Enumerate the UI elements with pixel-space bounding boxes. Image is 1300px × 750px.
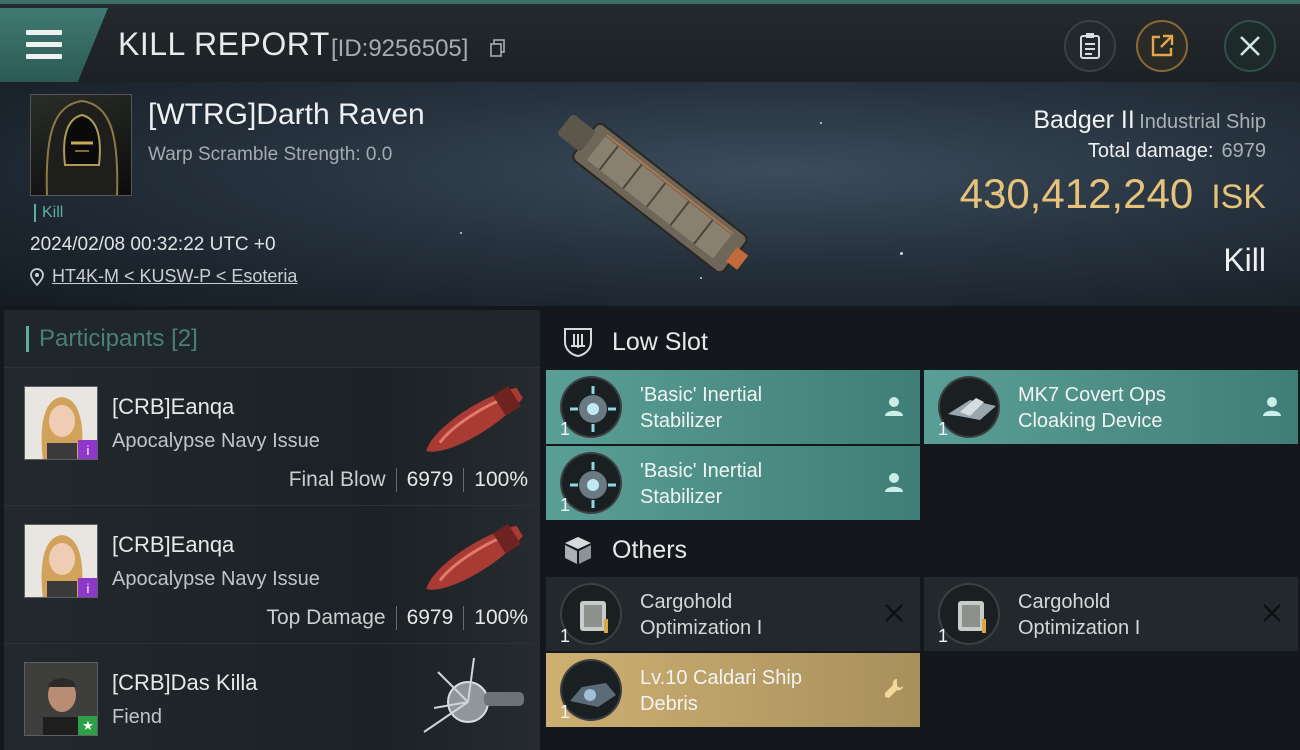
close-icon — [1240, 36, 1260, 56]
kill-location-link[interactable]: HT4K-M < KUSW-P < Esoteria — [30, 266, 297, 287]
fitting-item[interactable]: 1 MK7 Covert Ops Cloaking Device — [924, 370, 1298, 444]
participant-portrait[interactable]: ★ — [24, 662, 98, 736]
item-quantity: 1 — [560, 419, 571, 439]
participant-percent: 100% — [474, 606, 528, 629]
item-quantity: 1 — [560, 626, 571, 646]
share-button[interactable] — [1136, 20, 1188, 72]
ship-class: Industrial Ship — [1139, 111, 1266, 133]
portrait-badge-icon: i — [78, 440, 97, 459]
participant-portrait[interactable]: i — [24, 524, 98, 598]
kill-type-tag: Kill — [34, 204, 63, 222]
item-quantity: 1 — [560, 495, 571, 515]
kill-datetime: 2024/02/08 00:32:22 UTC +0 — [30, 234, 276, 255]
destroyed-x-icon — [885, 604, 903, 622]
isk-value: 430,412,240 ISK — [960, 170, 1266, 218]
result-label: Kill — [1223, 242, 1266, 278]
dropped-person-icon — [885, 397, 903, 416]
victim-ship-name[interactable]: Badger II Industrial Ship — [1033, 106, 1266, 135]
item-name: 'Basic' Inertial Stabilizer — [640, 384, 763, 432]
clipboard-icon — [1080, 33, 1100, 59]
isk-unit: ISK — [1211, 178, 1266, 216]
top-bar: KILL REPORT [ID:9256505] — [0, 0, 1300, 82]
destroyed-x-icon — [1263, 604, 1281, 622]
fitting-item[interactable]: 1 Cargohold Optimization I — [924, 577, 1298, 651]
low-slot-header: Low Slot — [544, 312, 1300, 372]
warp-scramble-strength: Warp Scramble Strength: 0.0 — [148, 144, 393, 165]
participant-damage: 6979 — [406, 468, 454, 491]
page-title: KILL REPORT — [118, 26, 330, 62]
fitting-item[interactable]: 1 Lv.10 Caldari Ship Debris — [546, 653, 920, 727]
victim-portrait[interactable] — [30, 94, 132, 196]
victim-name[interactable]: [WTRG]Darth Raven — [148, 98, 425, 132]
ship-name: Badger II — [1033, 106, 1135, 134]
isk-amount: 430,412,240 — [959, 170, 1194, 217]
total-damage-value: 6979 — [1221, 140, 1267, 162]
fitting-item[interactable]: 1 Cargohold Optimization I — [546, 577, 920, 651]
fitting-item[interactable]: 1 'Basic' Inertial Stabilizer — [546, 446, 920, 520]
others-title: Others — [612, 535, 688, 564]
total-damage-label: Total damage: — [1087, 140, 1214, 162]
participants-panel: Participants [2] i [CRB]Eanqa Apocalypse… — [4, 310, 540, 750]
low-slot-title: Low Slot — [612, 327, 708, 356]
participant-name[interactable]: [CRB]Eanqa — [112, 532, 234, 558]
kill-id: [ID:9256505] — [331, 35, 469, 62]
participant-stats: Top Damage 6979 100% — [266, 606, 528, 630]
clipboard-button[interactable] — [1064, 20, 1116, 72]
item-name: MK7 Covert Ops Cloaking Device — [1018, 384, 1166, 432]
participant-damage: 6979 — [406, 606, 454, 629]
dropped-person-icon — [1263, 397, 1281, 416]
participant-name[interactable]: [CRB]Eanqa — [112, 394, 234, 420]
wrench-icon — [885, 679, 903, 698]
total-damage: Total damage: 6979 — [1088, 140, 1266, 163]
participant-ship: Fiend — [112, 706, 163, 728]
participants-count: [2] — [171, 324, 198, 352]
participant-portrait[interactable]: i — [24, 386, 98, 460]
participants-title: Participants — [39, 324, 165, 352]
cube-icon — [565, 537, 591, 564]
participant-role: Top Damage — [266, 606, 386, 629]
victim-ship-image — [558, 114, 749, 274]
participant-ship: Apocalypse Navy Issue — [112, 430, 320, 452]
portrait-badge-icon: ★ — [78, 716, 97, 735]
others-header: Others — [544, 520, 1300, 580]
item-name: Cargohold Optimization I — [1018, 591, 1141, 639]
participant-row[interactable]: i [CRB]Eanqa Apocalypse Navy Issue Top D… — [4, 506, 540, 644]
victim-banner: [WTRG]Darth Raven Warp Scramble Strength… — [0, 82, 1300, 306]
fitting-panel: Low Slot 1 'Basic' Inertial Stabilizer 1 … — [544, 310, 1300, 750]
participant-stats: Final Blow 6979 100% — [289, 468, 528, 492]
participant-ship: Apocalypse Navy Issue — [112, 568, 320, 590]
item-name: 'Basic' Inertial Stabilizer — [640, 460, 763, 508]
participants-header: Participants [2] — [4, 310, 540, 368]
item-quantity: 1 — [938, 626, 949, 646]
location-pin-icon — [30, 267, 44, 286]
menu-icon[interactable] — [26, 30, 62, 60]
portrait-badge-icon: i — [78, 578, 97, 597]
item-quantity: 1 — [560, 702, 571, 722]
participant-ship-image — [426, 523, 523, 590]
fitting-item[interactable]: 1 'Basic' Inertial Stabilizer — [546, 370, 920, 444]
participant-ship-image — [426, 385, 523, 452]
participant-name[interactable]: [CRB]Das Killa — [112, 670, 257, 696]
item-name: Cargohold Optimization I — [640, 591, 763, 639]
participant-row[interactable]: ★ [CRB]Das Killa Fiend — [4, 644, 540, 750]
participant-row[interactable]: i [CRB]Eanqa Apocalypse Navy Issue Final… — [4, 368, 540, 506]
close-button[interactable] — [1224, 20, 1276, 72]
location-text[interactable]: HT4K-M < KUSW-P < Esoteria — [52, 266, 297, 287]
participant-ship-image — [423, 657, 524, 733]
dropped-person-icon — [885, 473, 903, 492]
low-slot-icon — [564, 328, 592, 358]
participant-role: Final Blow — [288, 468, 386, 491]
share-icon — [1151, 34, 1174, 57]
item-quantity: 1 — [938, 419, 949, 439]
item-name: Lv.10 Caldari Ship Debris — [640, 667, 802, 715]
participant-percent: 100% — [474, 468, 528, 491]
copy-icon[interactable] — [490, 39, 506, 57]
menu-button[interactable] — [0, 8, 108, 82]
